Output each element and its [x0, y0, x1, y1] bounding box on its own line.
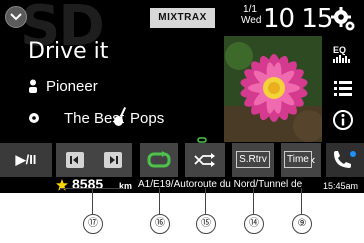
chevron-down-icon: [10, 13, 22, 21]
skip-back-icon: [70, 156, 78, 164]
date-day: 1/1: [243, 4, 257, 15]
album-artwork[interactable]: [224, 36, 322, 142]
nav-distance: 8585: [72, 176, 104, 192]
nav-road-name: A1/E19/Autoroute du Nord/Tunnel de: [138, 179, 303, 190]
track-title: Drive it: [28, 39, 109, 64]
settings-gear-icon[interactable]: [331, 6, 357, 32]
shuffle-icon: [194, 153, 215, 167]
av-screen: SD MIXTRAX 1/1 Wed 10 15 Drive it Pionee…: [0, 0, 364, 193]
sound-retriever-label: S.Rtrv: [236, 151, 270, 168]
nav-arrival-time: 15:45am: [323, 181, 359, 191]
guitar-icon: [114, 107, 127, 126]
callout-line-14: [253, 188, 254, 216]
callout-17: ⑰: [83, 214, 103, 234]
artist-name: Pioneer: [46, 78, 98, 95]
repeat-icon: [147, 151, 171, 168]
collapse-button[interactable]: [5, 6, 27, 28]
eq-label: EQ: [333, 45, 347, 55]
skip-buttons: [56, 143, 132, 177]
disc-icon: [29, 113, 39, 123]
chevron-left-icon: ‹: [311, 152, 316, 167]
shuffle-button[interactable]: [185, 137, 225, 177]
date-weekday: Wed: [241, 15, 262, 26]
person-icon: [29, 79, 37, 93]
list-icon[interactable]: [334, 80, 352, 96]
star-icon: [56, 179, 68, 191]
shuffle-indicator-icon: [197, 137, 207, 143]
repeat-button[interactable]: [140, 143, 178, 177]
time-label: Time: [284, 151, 312, 168]
nav-distance-unit: km: [119, 181, 133, 191]
callout-line-9: [301, 188, 302, 216]
genre-name: Pops: [130, 110, 165, 127]
equalizer-bars-icon: [333, 55, 350, 63]
callout-9: ⑨: [292, 214, 312, 234]
play-pause-button[interactable]: ▶/II: [0, 143, 52, 177]
callout-16: ⑯: [150, 214, 170, 234]
callout-14: ⑭: [244, 214, 264, 234]
eq-button[interactable]: EQ: [333, 45, 351, 65]
date-display: 1/1 Wed: [241, 4, 262, 26]
phone-icon: [334, 151, 356, 168]
clock: 10 15: [263, 4, 333, 34]
callout-line-17: [92, 188, 93, 216]
sound-retriever-button[interactable]: S.Rtrv: [232, 143, 274, 177]
callout-line-15: [205, 188, 206, 216]
skip-forward-icon: [110, 156, 118, 164]
time-button[interactable]: Time ‹: [281, 143, 321, 177]
navigation-strip: 8585 km A1/E19/Autoroute du Nord/Tunnel …: [0, 176, 364, 193]
callout-15: ⑮: [196, 214, 216, 234]
info-icon[interactable]: [333, 110, 353, 130]
skip-back-button[interactable]: [66, 152, 84, 168]
callout-line-16: [159, 188, 160, 216]
skip-forward-button[interactable]: [104, 152, 122, 168]
phone-button[interactable]: [326, 143, 364, 177]
mixtrax-badge[interactable]: MIXTRAX: [150, 8, 215, 28]
